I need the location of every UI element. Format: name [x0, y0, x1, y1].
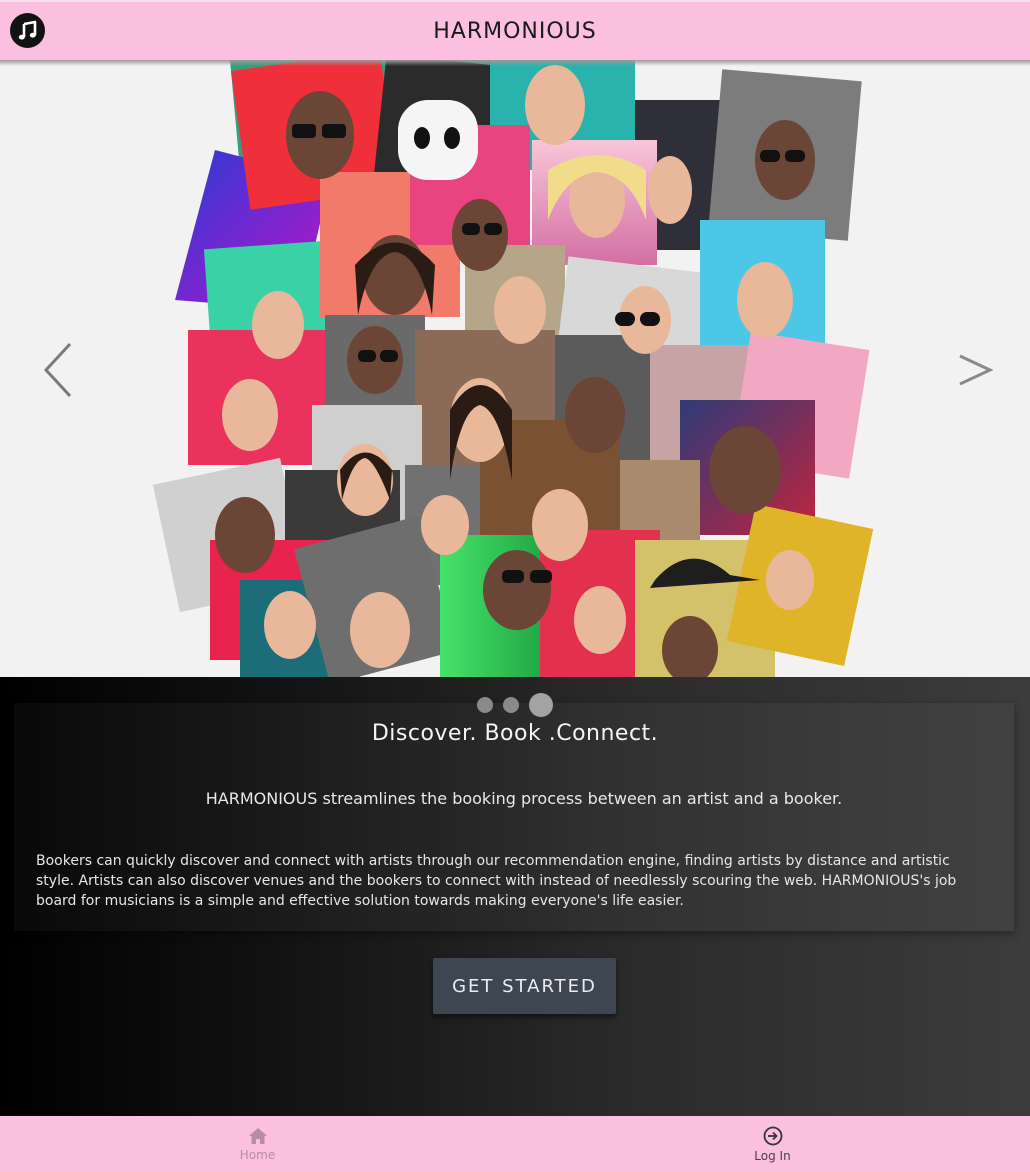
get-started-button[interactable]: GET STARTED: [433, 958, 616, 1014]
image-carousel[interactable]: [0, 60, 1030, 677]
hero-tagline: Discover. Book .Connect.: [371, 721, 659, 746]
nav-item-login[interactable]: Log In: [515, 1116, 1030, 1172]
home-icon: [248, 1127, 267, 1144]
carousel-dot-3[interactable]: [529, 693, 553, 717]
chevron-left-icon: [43, 342, 72, 398]
carousel-next-button[interactable]: [944, 330, 1004, 410]
hero-section: Discover. Book .Connect. HARMONIOUS stre…: [0, 677, 1030, 1116]
nav-item-label: Home: [239, 1147, 276, 1162]
app-title: HARMONIOUS: [433, 18, 597, 44]
hero-subtitle: HARMONIOUS streamlines the booking proce…: [205, 789, 843, 808]
nav-item-home[interactable]: Home: [0, 1116, 515, 1172]
artist-collage-image: [152, 60, 874, 677]
carousel-dot-1[interactable]: [477, 697, 493, 713]
app-header: HARMONIOUS: [0, 0, 1030, 60]
bottom-navigation: Home Log In: [0, 1116, 1030, 1172]
chevron-right-icon: [959, 354, 994, 386]
carousel-prev-button[interactable]: [26, 330, 86, 410]
hero-description: Bookers can quickly discover and connect…: [36, 853, 957, 909]
login-icon: [763, 1126, 782, 1145]
carousel-dot-2[interactable]: [503, 697, 519, 713]
music-note-icon[interactable]: [10, 13, 45, 48]
nav-item-label: Log In: [754, 1148, 791, 1163]
header-shadow: [0, 60, 1030, 66]
carousel-indicators: [0, 693, 1030, 717]
